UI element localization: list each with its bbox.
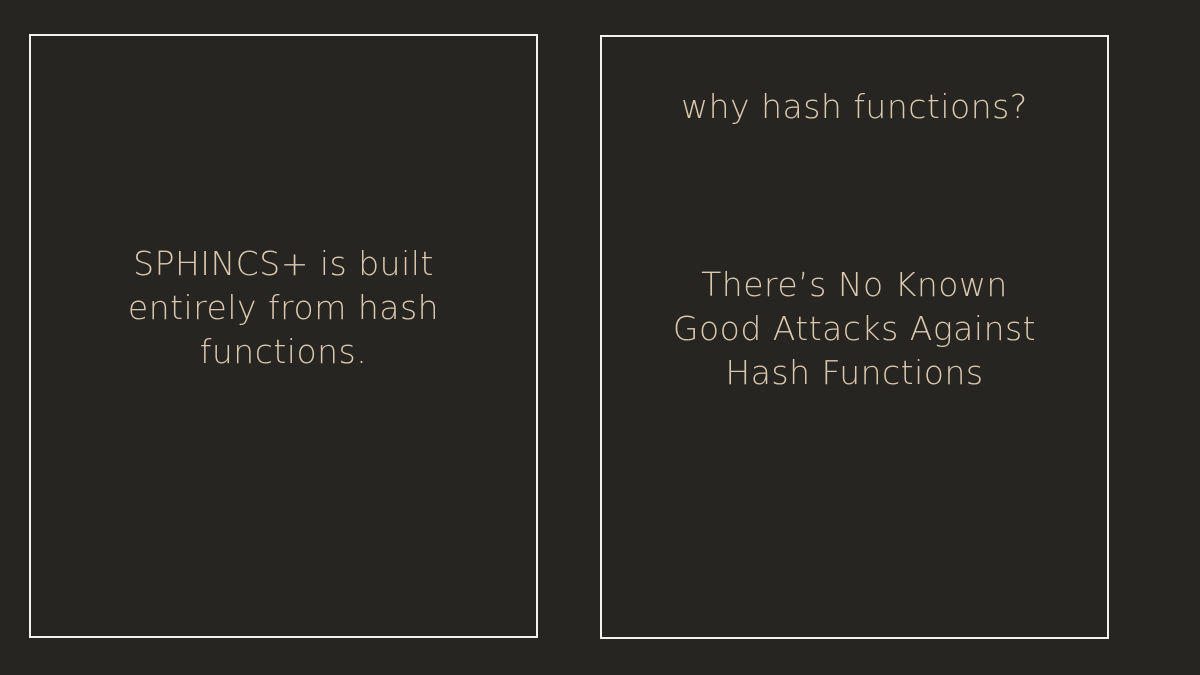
left-panel: SPHINCS+ is built entirely from hash fun… <box>29 34 538 638</box>
left-panel-statement: SPHINCS+ is built entirely from hash fun… <box>127 244 440 371</box>
right-panel-statement: There’s No Known Good Attacks Against Ha… <box>672 265 1037 392</box>
right-panel: why hash functions? There’s No Known Goo… <box>600 35 1109 639</box>
right-panel-heading: why hash functions? <box>681 87 1028 126</box>
